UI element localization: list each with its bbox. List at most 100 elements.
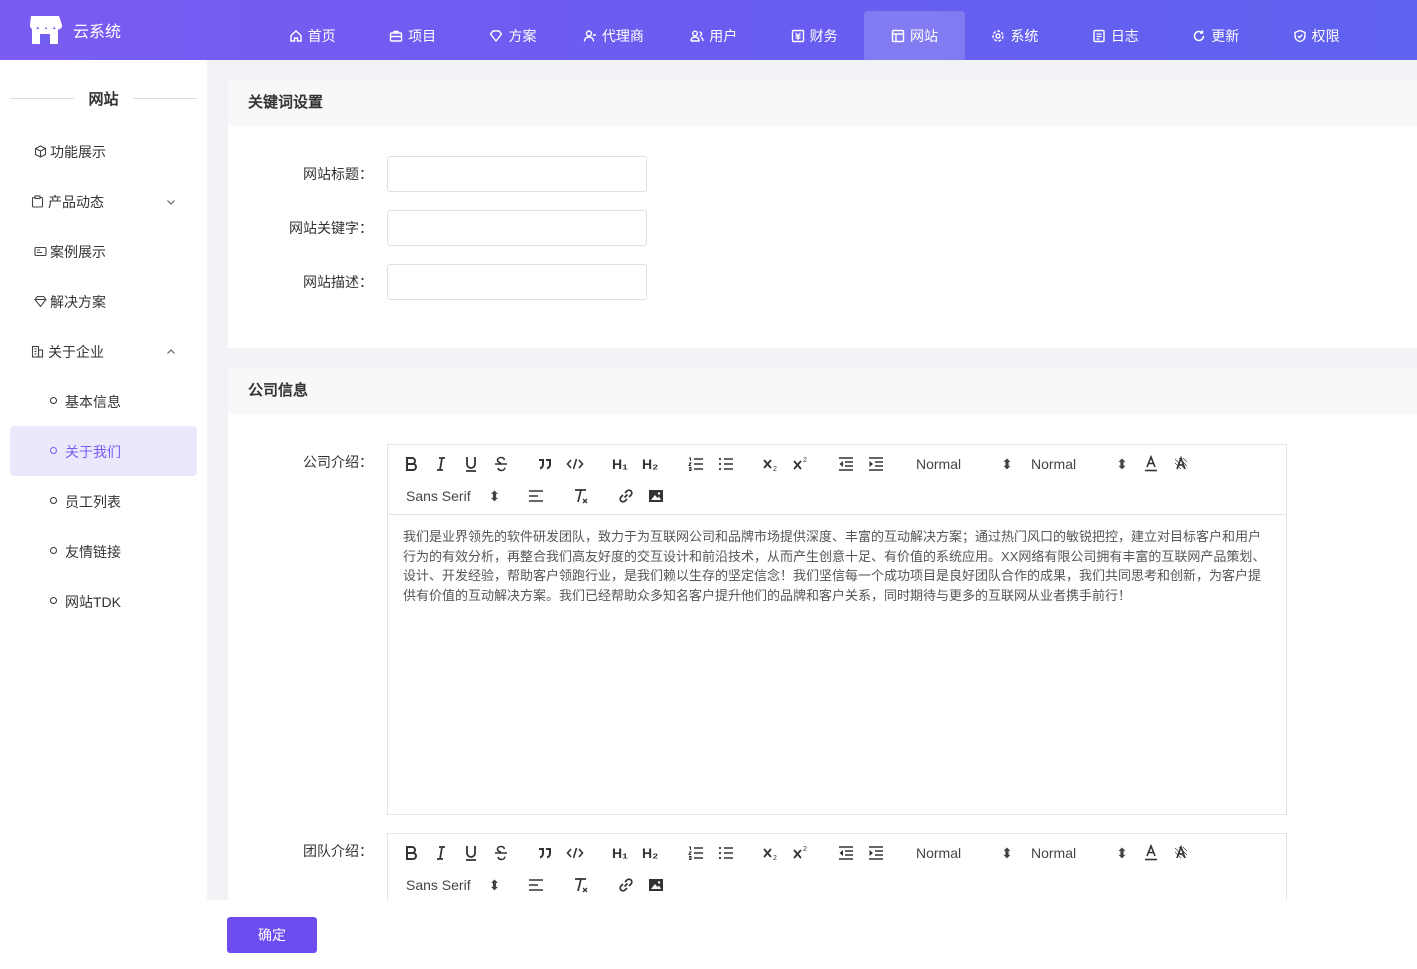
sidebar: 网站 功能展示 产品动态 案例展示 解决方案 关于企业 基本信息 关于我们 员工… xyxy=(0,60,207,969)
svg-text:2: 2 xyxy=(803,457,807,464)
sidebar-item-product-news[interactable]: 产品动态 xyxy=(10,176,197,226)
settings-icon xyxy=(991,29,1005,43)
underline-button[interactable] xyxy=(462,454,480,474)
outdent-button[interactable] xyxy=(837,454,855,474)
font-select-value: Sans Serif xyxy=(406,877,471,893)
nav-item-label: 首页 xyxy=(307,27,336,44)
nav-item-solutions[interactable]: 方案 xyxy=(463,11,563,60)
company-intro-editor: H₁ H₂ 2 2 Normal ⬍ Normal ⬍ Sans Serif ⬍ 我们… xyxy=(387,444,1287,815)
size-select[interactable]: Normal ⬍ xyxy=(1031,454,1128,474)
briefcase-icon xyxy=(389,29,403,43)
italic-button[interactable] xyxy=(432,843,450,863)
site-title-input[interactable] xyxy=(387,156,647,192)
subscript-button[interactable]: 2 xyxy=(762,843,780,863)
nav-item-projects[interactable]: 项目 xyxy=(362,11,462,60)
image-button[interactable] xyxy=(647,875,665,895)
size-select-value: Normal xyxy=(1031,845,1077,861)
clipboard-icon xyxy=(31,195,44,208)
confirm-button[interactable]: 确定 xyxy=(227,917,317,953)
ordered-list-button[interactable] xyxy=(687,843,705,863)
sidebar-item-cases[interactable]: 案例展示 xyxy=(10,226,197,276)
font-select[interactable]: Sans Serif ⬍ xyxy=(406,875,500,895)
bullet-icon xyxy=(50,497,57,504)
sidebar-subitem-about-us[interactable]: 关于我们 xyxy=(10,426,197,476)
image-button[interactable] xyxy=(647,486,665,506)
agent-icon xyxy=(583,29,597,43)
finance-icon xyxy=(791,29,805,43)
underline-button[interactable] xyxy=(462,843,480,863)
nav-item-system[interactable]: 系统 xyxy=(965,11,1065,60)
background-color-button[interactable] xyxy=(1172,843,1190,863)
heading-2-button[interactable]: H₂ xyxy=(642,454,658,474)
card-title: 关键词设置 xyxy=(228,80,1417,126)
nav-item-updates[interactable]: 更新 xyxy=(1166,11,1266,60)
sidebar-subitem-website-tdk[interactable]: 网站TDK xyxy=(10,576,197,626)
strike-button[interactable] xyxy=(492,454,510,474)
nav-item-permissions[interactable]: 权限 xyxy=(1266,11,1366,60)
heading-2-button[interactable]: H₂ xyxy=(642,843,658,863)
updown-icon: ⬍ xyxy=(488,487,501,504)
nav-item-website[interactable]: 网站 xyxy=(864,11,965,60)
heading-1-button[interactable]: H₁ xyxy=(612,454,628,474)
outdent-button[interactable] xyxy=(837,843,855,863)
link-button[interactable] xyxy=(617,486,635,506)
link-button[interactable] xyxy=(617,875,635,895)
indent-button[interactable] xyxy=(867,454,885,474)
clear-format-button[interactable] xyxy=(572,875,590,895)
blockquote-button[interactable] xyxy=(536,843,554,863)
main-nav: 首页 项目 方案 代理商 用户 财务 网站 系统 日志 更新 权限 xyxy=(262,11,1366,60)
sidebar-subitem-friend-links[interactable]: 友情链接 xyxy=(10,526,197,576)
sidebar-subitem-label: 友情链接 xyxy=(65,544,121,560)
strike-button[interactable] xyxy=(492,843,510,863)
code-block-button[interactable] xyxy=(566,454,584,474)
align-button[interactable] xyxy=(527,486,545,506)
header-select[interactable]: Normal ⬍ xyxy=(916,843,1013,863)
background-color-button[interactable] xyxy=(1172,454,1190,474)
superscript-button[interactable]: 2 xyxy=(792,454,810,474)
heading-1-button[interactable]: H₁ xyxy=(612,843,628,863)
site-description-input[interactable] xyxy=(387,264,647,300)
indent-button[interactable] xyxy=(867,843,885,863)
nav-item-logs[interactable]: 日志 xyxy=(1065,11,1165,60)
nav-item-home[interactable]: 首页 xyxy=(262,11,362,60)
subscript-button[interactable]: 2 xyxy=(762,454,780,474)
editor-toolbar: H₁ H₂ 2 2 Normal ⬍ Normal ⬍ Sans Serif ⬍ xyxy=(388,445,1286,515)
site-keywords-input[interactable] xyxy=(387,210,647,246)
sidebar-item-solutions[interactable]: 解决方案 xyxy=(10,276,197,326)
superscript-button[interactable]: 2 xyxy=(792,843,810,863)
sidebar-item-about-company[interactable]: 关于企业 xyxy=(10,326,197,376)
code-block-button[interactable] xyxy=(566,843,584,863)
size-select[interactable]: Normal ⬍ xyxy=(1031,843,1128,863)
nav-item-finance[interactable]: 财务 xyxy=(764,11,864,60)
nav-item-label: 财务 xyxy=(809,27,838,44)
sidebar-subitem-staff-list[interactable]: 员工列表 xyxy=(10,476,197,526)
bullet-list-button[interactable] xyxy=(717,843,735,863)
align-button[interactable] xyxy=(527,875,545,895)
app-logo[interactable]: 云系统 xyxy=(28,14,121,46)
nav-item-label: 网站 xyxy=(910,27,939,44)
blockquote-button[interactable] xyxy=(536,454,554,474)
svg-text:2: 2 xyxy=(773,855,777,862)
clear-format-button[interactable] xyxy=(572,486,590,506)
updown-icon: ⬍ xyxy=(1116,455,1128,472)
sidebar-subitem-basic-info[interactable]: 基本信息 xyxy=(10,376,197,426)
bullet-list-button[interactable] xyxy=(717,454,735,474)
text-color-button[interactable] xyxy=(1142,454,1160,474)
header-select[interactable]: Normal ⬍ xyxy=(916,454,1013,474)
sidebar-item-features[interactable]: 功能展示 xyxy=(10,126,197,176)
nav-item-users[interactable]: 用户 xyxy=(664,11,764,60)
company-info-card: 公司信息 公司介绍： H₁ H₂ 2 2 Normal ⬍ Normal ⬍ San… xyxy=(228,368,1417,900)
bold-button[interactable] xyxy=(402,843,420,863)
nav-item-label: 日志 xyxy=(1110,27,1139,44)
header-select-value: Normal xyxy=(916,456,962,472)
nav-item-label: 方案 xyxy=(508,27,537,44)
editor-toolbar: H₁ H₂ 2 2 Normal ⬍ Normal ⬍ Sans Serif ⬍ xyxy=(388,834,1286,900)
nav-item-agents[interactable]: 代理商 xyxy=(563,11,663,60)
text-color-button[interactable] xyxy=(1142,843,1160,863)
bold-button[interactable] xyxy=(402,454,420,474)
company-intro-text[interactable]: 我们是业界领先的软件研发团队，致力于为互联网公司和品牌市场提供深度、丰富的互动解… xyxy=(388,515,1286,617)
italic-button[interactable] xyxy=(432,454,450,474)
ordered-list-button[interactable] xyxy=(687,454,705,474)
bullet-icon xyxy=(50,597,57,604)
font-select[interactable]: Sans Serif ⬍ xyxy=(406,486,500,506)
